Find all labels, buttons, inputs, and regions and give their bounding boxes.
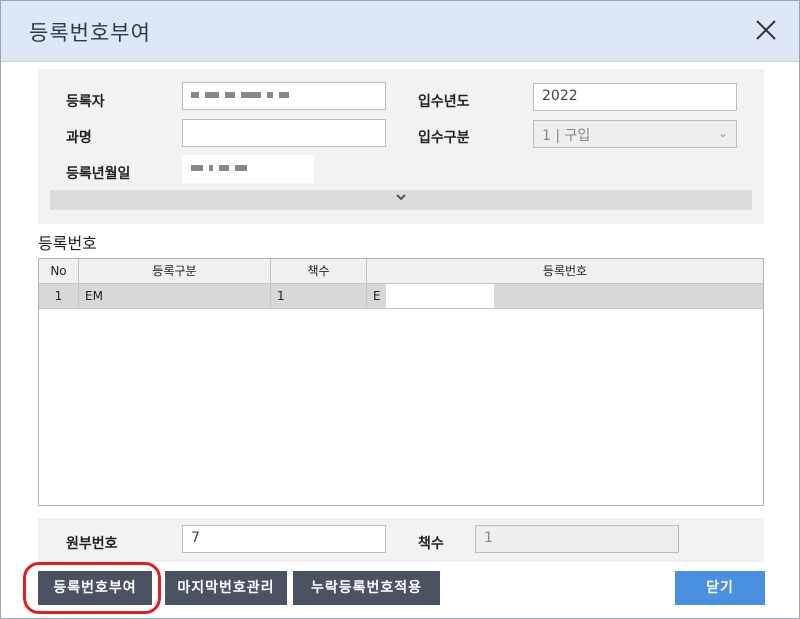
dialog-titlebar: 등록번호부여 [1, 1, 799, 62]
department-label: 과명 [66, 130, 92, 146]
department-field[interactable] [182, 119, 386, 147]
acq-type-label: 입수구분 [418, 130, 470, 146]
registrant-field[interactable] [182, 82, 386, 110]
cell-count: 1 [271, 284, 367, 308]
highlight-annotation [23, 562, 161, 614]
count-label: 책수 [418, 536, 444, 552]
original-no-label: 원부번호 [66, 536, 118, 552]
reg-no-redacted [386, 284, 495, 308]
chevron-down-icon: ⌄ [717, 126, 728, 140]
close-icon[interactable] [753, 17, 779, 43]
registrant-label: 등록자 [66, 94, 105, 110]
acq-type-value: 1 | 구입 [542, 128, 591, 144]
search-panel: 등록자 입수년도 2022 과명 입수구분 1 | 구입 ⌄ 등록년월일 [38, 69, 764, 224]
expand-toggle[interactable] [50, 190, 752, 210]
missing-number-apply-button[interactable]: 누락등록번호적용 [293, 571, 440, 605]
register-grid: No 등록구분 책수 등록번호 1 EM 1 E [38, 258, 764, 506]
reg-no-value: E [373, 289, 381, 303]
bottom-panel: 원부번호 7 책수 1 [38, 518, 764, 562]
col-reg-no[interactable]: 등록번호 [367, 259, 763, 283]
col-count[interactable]: 책수 [271, 259, 367, 283]
reg-date-label: 등록년월일 [66, 166, 131, 182]
table-row[interactable]: 1 EM 1 E [39, 284, 763, 309]
col-type[interactable]: 등록구분 [79, 259, 271, 283]
count-field[interactable]: 1 [475, 525, 679, 553]
reg-date-field[interactable] [182, 155, 314, 183]
col-no[interactable]: No [39, 259, 79, 283]
cell-type: EM [79, 284, 271, 308]
section-title: 등록번호 [38, 234, 97, 253]
cell-no: 1 [39, 284, 79, 308]
acq-year-field[interactable]: 2022 [533, 83, 737, 111]
last-number-manage-button[interactable]: 마지막번호관리 [165, 571, 287, 605]
cell-reg-no: E [367, 284, 763, 308]
close-button[interactable]: 닫기 [675, 571, 765, 605]
register-number-dialog: 등록번호부여 등록자 입수년도 2022 과명 입수구분 1 | 구입 ⌄ 등록… [0, 0, 800, 619]
acq-type-select[interactable]: 1 | 구입 ⌄ [533, 120, 737, 148]
chevron-down-icon [396, 194, 406, 201]
acq-year-label: 입수년도 [418, 94, 470, 110]
dialog-title: 등록번호부여 [29, 21, 151, 45]
grid-header: No 등록구분 책수 등록번호 [39, 259, 763, 284]
original-no-field[interactable]: 7 [182, 525, 386, 553]
